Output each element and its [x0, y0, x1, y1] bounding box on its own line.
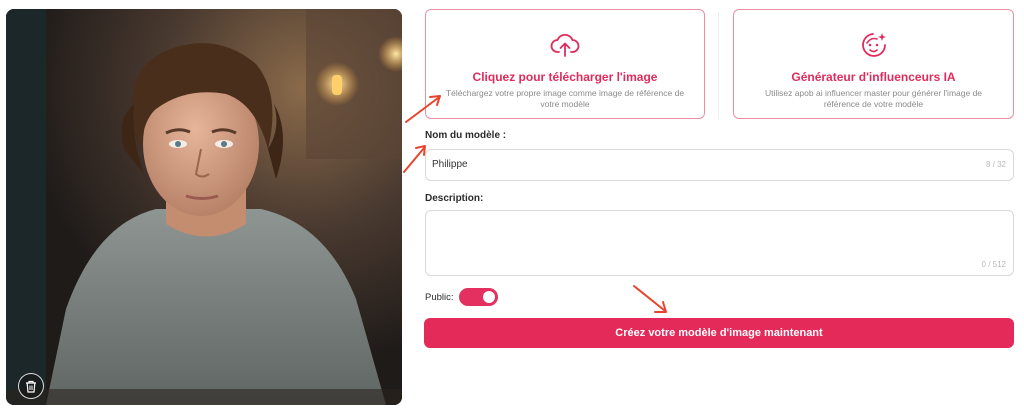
model-reference-photo: [6, 9, 402, 405]
description-textarea[interactable]: 0 / 512: [425, 210, 1014, 276]
model-name-counter: 8 / 32: [985, 160, 1006, 169]
create-model-button[interactable]: Créez votre modèle d'image maintenant: [424, 318, 1014, 348]
generator-card-title: Générateur d'influenceurs IA: [791, 70, 956, 84]
model-name-label: Nom du modèle :: [425, 130, 507, 141]
description-label: Description:: [425, 193, 484, 204]
cards-divider: [718, 12, 719, 120]
toggle-knob: [482, 291, 495, 303]
delete-photo-button[interactable]: [18, 373, 44, 399]
annotation-arrow-icon: [403, 145, 426, 173]
ai-face-icon: [860, 32, 888, 58]
public-toggle[interactable]: [458, 288, 498, 306]
model-name-input[interactable]: Philippe 8 / 32: [425, 149, 1014, 181]
cloud-upload-icon: [550, 32, 580, 58]
generator-card-description: Utilisez apob ai influencer master pour …: [764, 88, 983, 109]
description-counter: 0 / 512: [981, 260, 1006, 269]
public-label: Public:: [425, 291, 454, 303]
upload-card-title: Cliquez pour télécharger l'image: [472, 70, 658, 84]
public-row: Public:: [425, 288, 498, 306]
influencer-generator-card[interactable]: Générateur d'influenceurs IA Utilisez ap…: [733, 9, 1014, 119]
upload-image-card[interactable]: Cliquez pour télécharger l'image Télécha…: [425, 9, 705, 119]
annotation-arrow-icon: [405, 95, 441, 123]
trash-icon: [26, 380, 36, 393]
portrait-image: [6, 9, 402, 405]
upload-card-description: Téléchargez votre propre image comme ima…: [445, 88, 685, 109]
annotation-arrow-icon: [633, 285, 667, 313]
model-name-value: Philippe: [432, 159, 468, 170]
